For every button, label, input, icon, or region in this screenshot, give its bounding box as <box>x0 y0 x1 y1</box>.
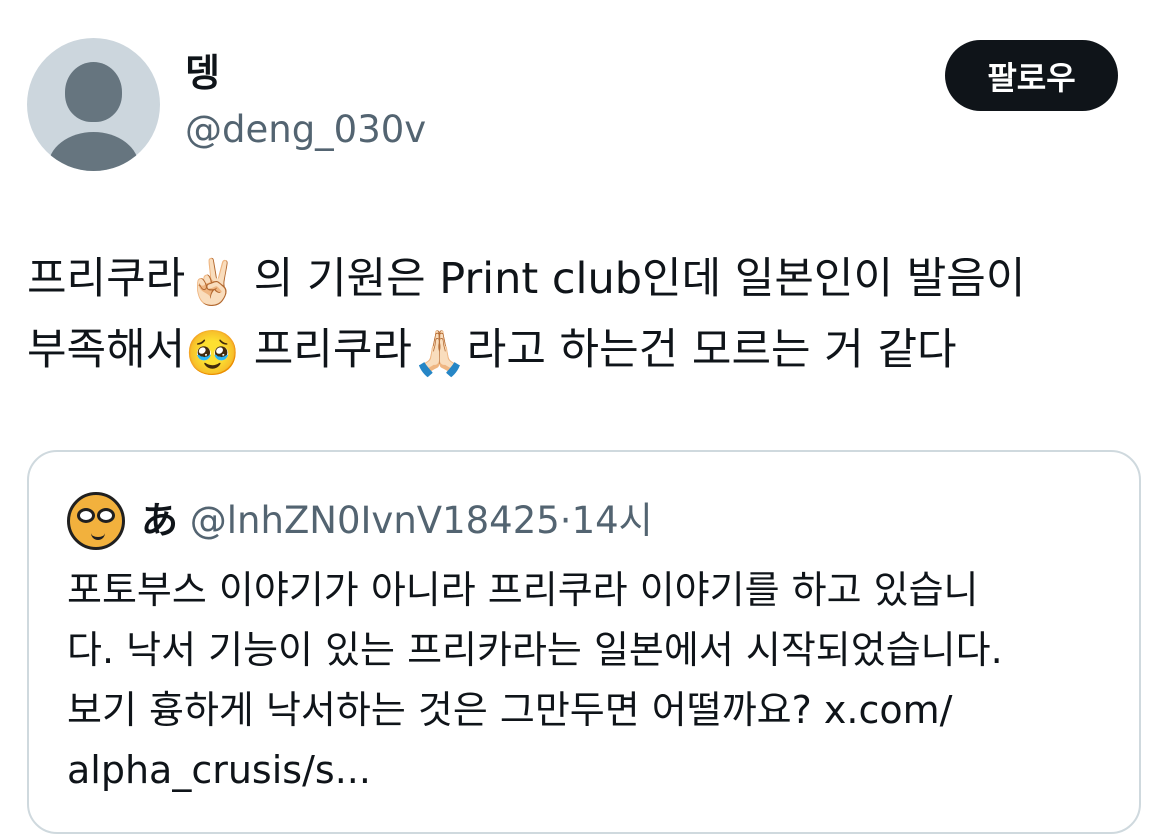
separator-dot: · <box>559 499 572 542</box>
quoted-tweet-card[interactable]: あ @lnhZN0IvnV18425·14시 포토부스 이야기가 아니라 프리쿠… <box>27 450 1141 834</box>
avatar-body-shape <box>48 132 139 171</box>
tweet-line-2: 부족해서🥹 프리쿠라🙏🏻라고 하는건 모르는 거 같다 <box>27 315 1142 386</box>
quoted-text-line: 다. 낙서 기능이 있는 프리카라는 일본에서 시작되었습니다. <box>67 628 1003 672</box>
victory-hand-emoji-icon: ✌🏻 <box>185 257 241 308</box>
quoted-tweet-header: あ @lnhZN0IvnV18425·14시 <box>141 496 653 546</box>
author-display-name[interactable]: 뎅 <box>185 50 220 96</box>
quoted-text-line: 포토부스 이야기가 아니라 프리쿠라 이야기를 하고 있습니 <box>67 568 979 612</box>
tweet-text-segment: 라고 하는건 모르는 거 같다 <box>466 325 957 375</box>
author-avatar[interactable] <box>27 38 160 171</box>
avatar-eye-shape <box>97 508 115 523</box>
avatar-eye-shape <box>77 508 95 523</box>
quoted-text-line: alpha_crusis/s... <box>67 748 371 792</box>
quoted-text-line: 보기 흉하게 낙서하는 것은 그만두면 어떨까요? x.com/ <box>67 688 953 732</box>
avatar-mouth-shape <box>91 530 105 540</box>
quoted-author-handle[interactable]: @lnhZN0IvnV18425 <box>190 499 560 542</box>
quoted-author-avatar[interactable] <box>67 492 125 550</box>
tweet-text-segment: 부족해서 <box>27 325 186 375</box>
tweet-text-segment: 프리쿠라 <box>240 325 412 375</box>
folded-hands-emoji-icon: 🙏🏻 <box>411 328 467 379</box>
pleading-face-emoji-icon: 🥹 <box>185 328 241 379</box>
tweet-text: 프리쿠라✌🏻 의 기원은 Print club인데 일본인이 발음이 부족해서🥹… <box>27 244 1142 386</box>
quoted-tweet-time[interactable]: 14시 <box>572 499 653 542</box>
tweet-line-1: 프리쿠라✌🏻 의 기원은 Print club인데 일본인이 발음이 <box>27 244 1142 315</box>
tweet-text-segment: 의 기원은 Print club인데 일본인이 발음이 <box>240 254 1026 304</box>
author-handle[interactable]: @deng_030v <box>185 106 426 154</box>
quoted-tweet-text: 포토부스 이야기가 아니라 프리쿠라 이야기를 하고 있습니 다. 낙서 기능이… <box>67 560 1107 800</box>
follow-button[interactable]: 팔로우 <box>945 40 1118 111</box>
tweet-text-segment: 프리쿠라 <box>27 254 186 304</box>
quoted-author-name[interactable]: あ <box>141 499 178 542</box>
avatar-head-shape <box>65 62 122 122</box>
